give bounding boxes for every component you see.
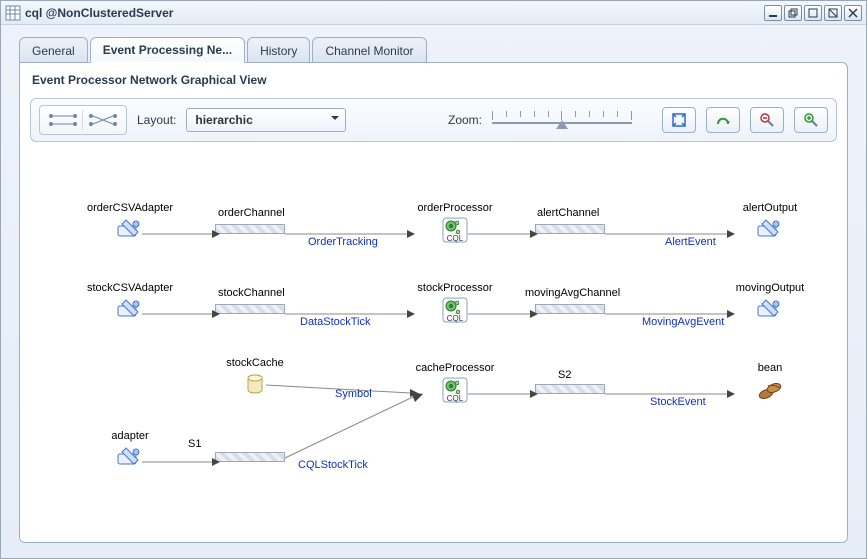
- layout-style-toggle[interactable]: [39, 105, 127, 135]
- bean-icon: [756, 376, 784, 404]
- panel-title: Event Processor Network Graphical View: [20, 63, 847, 98]
- zoom-in-button[interactable]: [794, 107, 828, 133]
- window-minimize-button[interactable]: [764, 5, 782, 21]
- edge-stockChannel-stockProcessor: [285, 307, 415, 315]
- window-maximize-button[interactable]: [804, 5, 822, 21]
- node-stockCache[interactable]: stockCache: [200, 357, 310, 399]
- tab-general[interactable]: General: [19, 37, 88, 63]
- layout-dropdown-value: hierarchic: [195, 113, 252, 127]
- zoom-slider-thumb[interactable]: [556, 120, 568, 129]
- channel-orderChannel[interactable]: [215, 224, 285, 234]
- app-icon: [5, 5, 21, 21]
- window-title: cql @NonClusteredServer: [25, 6, 173, 20]
- edge-orderChannel-orderProcessor: [285, 227, 415, 235]
- channel-alertChannel-label: alertChannel: [537, 207, 599, 219]
- event-stockEvent: StockEvent: [650, 396, 706, 408]
- tab-bar: General Event Processing Ne... History C…: [1, 25, 866, 63]
- cache-icon: [241, 371, 269, 399]
- tab-channel-monitor[interactable]: Channel Monitor: [312, 37, 426, 63]
- titlebar: cql @NonClusteredServer: [1, 1, 866, 25]
- channel-s1-label: S1: [188, 438, 201, 450]
- channel-movingAvgChannel[interactable]: [535, 304, 605, 314]
- cql-processor-icon: [441, 296, 469, 324]
- layout-label: Layout:: [137, 113, 176, 127]
- adapter-icon: [756, 216, 784, 244]
- channel-s2-label: S2: [558, 369, 571, 381]
- zoom-label: Zoom:: [448, 113, 482, 127]
- event-movingAvgEvent: MovingAvgEvent: [642, 316, 724, 328]
- adapter-icon: [116, 296, 144, 324]
- node-cacheProcessor[interactable]: cacheProcessor: [400, 362, 510, 404]
- node-alertOutput[interactable]: alertOutput: [715, 202, 825, 244]
- channel-orderChannel-label: orderChannel: [218, 207, 285, 219]
- tab-history[interactable]: History: [247, 37, 310, 63]
- event-dataStockTick: DataStockTick: [300, 316, 371, 328]
- toggle-layout-button[interactable]: [706, 107, 740, 133]
- cql-processor-icon: [441, 376, 469, 404]
- node-adapter[interactable]: adapter: [75, 430, 185, 472]
- adapter-icon: [116, 444, 144, 472]
- adapter-icon: [116, 216, 144, 244]
- zoom-slider[interactable]: [492, 110, 632, 130]
- channel-stockChannel[interactable]: [215, 304, 285, 314]
- adapter-icon: [756, 296, 784, 324]
- window-close-button[interactable]: [844, 5, 862, 21]
- epn-canvas[interactable]: CQL orderCSVAdapter: [20, 152, 847, 542]
- tab-event-processing-network[interactable]: Event Processing Ne...: [90, 37, 245, 63]
- toolbar: Layout: hierarchic Zoom:: [30, 98, 837, 142]
- node-stockCSVAdapter[interactable]: stockCSVAdapter: [75, 282, 185, 324]
- layout-dropdown[interactable]: hierarchic: [186, 108, 346, 132]
- channel-stockChannel-label: stockChannel: [218, 287, 285, 299]
- event-alertEvent: AlertEvent: [665, 236, 716, 248]
- event-symbol: Symbol: [335, 388, 372, 400]
- app-window: cql @NonClusteredServer General Event Pr…: [0, 0, 867, 559]
- fit-window-button[interactable]: [662, 107, 696, 133]
- node-movingOutput[interactable]: movingOutput: [715, 282, 825, 324]
- window-detach-button[interactable]: [824, 5, 842, 21]
- channel-s1[interactable]: [215, 452, 285, 462]
- channel-movingAvgChannel-label: movingAvgChannel: [525, 287, 620, 299]
- node-stockProcessor[interactable]: stockProcessor: [400, 282, 510, 324]
- zoom-out-button[interactable]: [750, 107, 784, 133]
- window-restore-button[interactable]: [784, 5, 802, 21]
- cql-processor-icon: [441, 216, 469, 244]
- epn-panel: Event Processor Network Graphical View: [19, 62, 848, 543]
- node-orderCSVAdapter[interactable]: orderCSVAdapter: [75, 202, 185, 244]
- node-orderProcessor[interactable]: orderProcessor: [400, 202, 510, 244]
- node-bean[interactable]: bean: [715, 362, 825, 404]
- channel-s2[interactable]: [535, 384, 605, 394]
- event-orderTracking: OrderTracking: [308, 236, 378, 248]
- event-cqlStockTick: CQLStockTick: [298, 459, 368, 471]
- channel-alertChannel[interactable]: [535, 224, 605, 234]
